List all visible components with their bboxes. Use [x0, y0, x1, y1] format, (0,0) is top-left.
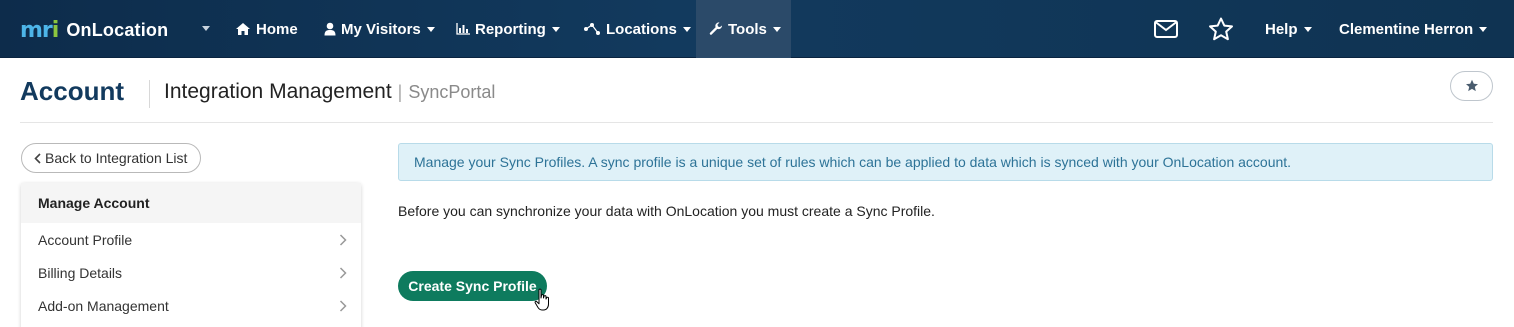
- home-icon: [235, 22, 251, 36]
- nav-reporting-label: Reporting: [475, 20, 546, 38]
- intro-text: Before you can synchronize your data wit…: [398, 203, 935, 219]
- chevron-right-icon: [339, 266, 347, 279]
- nav-home-label: Home: [256, 20, 298, 38]
- nav-help-label: Help: [1265, 20, 1298, 38]
- back-to-integration-list-button[interactable]: Back to Integration List: [21, 143, 202, 173]
- user-menu[interactable]: Clementine Herron: [1326, 0, 1500, 58]
- nav-my-visitors[interactable]: My Visitors: [311, 0, 448, 58]
- chevron-down-icon: [682, 26, 691, 32]
- user-name: Clementine Herron: [1339, 20, 1474, 38]
- chevron-down-icon: [1303, 26, 1312, 32]
- subtitle-separator: |: [397, 82, 403, 102]
- brand-dropdown-caret-icon[interactable]: [202, 26, 210, 31]
- sidebar-item-label: Add-on Management: [38, 297, 169, 314]
- nav-tools-label: Tools: [728, 20, 767, 38]
- nav-tools[interactable]: Tools: [696, 0, 791, 58]
- info-alert-text: Manage your Sync Profiles. A sync profil…: [414, 154, 1292, 170]
- nav-reporting[interactable]: Reporting: [443, 0, 573, 58]
- nav-locations-label: Locations: [606, 20, 677, 38]
- chevron-down-icon: [1479, 26, 1488, 32]
- envelope-icon: [1154, 20, 1178, 38]
- star-icon: [1209, 17, 1233, 41]
- page-title: Account: [20, 76, 124, 106]
- sidebar-item-account-profile[interactable]: Account Profile: [21, 223, 361, 256]
- nav-help[interactable]: Help: [1252, 0, 1325, 58]
- subtitle-context: SyncPortal: [408, 82, 496, 102]
- create-sync-profile-button[interactable]: Create Sync Profile: [398, 271, 547, 301]
- page-subtitle: Integration Management | SyncPortal: [164, 80, 495, 104]
- messages-button[interactable]: [1151, 14, 1181, 44]
- chevron-down-icon: [551, 26, 560, 32]
- wrench-icon: [709, 22, 723, 36]
- favorites-button[interactable]: [1206, 14, 1236, 44]
- header-divider: [20, 122, 1493, 123]
- manage-account-panel: Manage Account Account Profile Billing D…: [21, 183, 361, 327]
- subtitle-main: Integration Management: [164, 80, 392, 103]
- brand-name: OnLocation: [66, 19, 169, 40]
- title-divider: [149, 80, 150, 108]
- sidebar-item-billing-details[interactable]: Billing Details: [21, 256, 361, 289]
- chevron-down-icon: [426, 26, 435, 32]
- mri-logo: mri: [20, 17, 59, 43]
- panel-title: Manage Account: [21, 183, 361, 223]
- create-sync-profile-label: Create Sync Profile: [408, 278, 537, 294]
- top-navbar: mri OnLocation Home My Visitors Reportin…: [0, 0, 1514, 58]
- info-alert: Manage your Sync Profiles. A sync profil…: [398, 143, 1493, 181]
- chevron-down-icon: [772, 26, 781, 32]
- chevron-right-icon: [339, 233, 347, 246]
- user-icon: [324, 22, 336, 36]
- nav-my-visitors-label: My Visitors: [341, 20, 421, 38]
- brand[interactable]: mri OnLocation: [20, 16, 168, 44]
- nav-home[interactable]: Home: [222, 0, 311, 58]
- chevron-right-icon: [339, 299, 347, 312]
- add-favorite-button[interactable]: [1450, 71, 1493, 101]
- chevron-left-icon: [34, 152, 41, 164]
- sidebar-item-label: Billing Details: [38, 264, 123, 281]
- sidebar-item-add-on-management[interactable]: Add-on Management: [21, 289, 361, 322]
- back-button-label: Back to Integration List: [45, 150, 188, 166]
- nav-locations[interactable]: Locations: [570, 0, 704, 58]
- bar-chart-icon: [456, 23, 470, 35]
- network-icon: [583, 22, 601, 36]
- sidebar-item-label: Account Profile: [38, 231, 133, 248]
- star-icon: [1465, 79, 1478, 92]
- hand-pointer-cursor-icon: [534, 288, 552, 317]
